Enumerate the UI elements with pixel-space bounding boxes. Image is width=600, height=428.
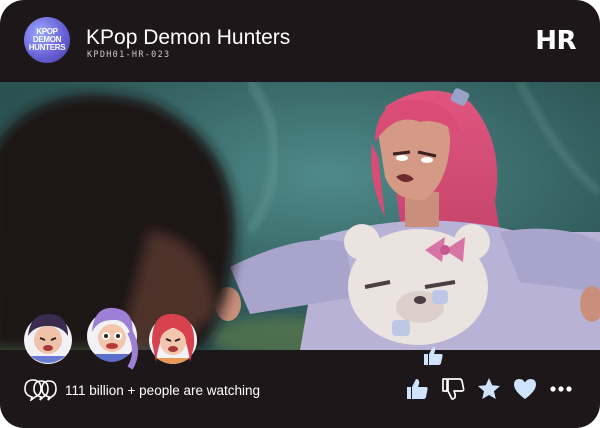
card-code: KPDH01-HR-023: [87, 50, 171, 60]
viewers-count-text: 111 billion + people are watching: [65, 383, 261, 398]
people-watching-icon: [24, 379, 57, 401]
logo-line-3: HUNTERS: [28, 43, 66, 52]
media-card: KPOP DEMON HUNTERS KPop Demon Hunters KP…: [0, 0, 600, 428]
star-icon[interactable]: [476, 376, 502, 402]
rarity-badge: HR: [535, 26, 576, 56]
more-icon[interactable]: [548, 376, 574, 402]
card-footer: 111 billion + people are watching: [0, 350, 600, 428]
thumbs-up-icon[interactable]: [404, 376, 430, 402]
thumbs-down-icon[interactable]: [440, 376, 466, 402]
card-header: KPOP DEMON HUNTERS KPop Demon Hunters KP…: [0, 0, 600, 82]
show-logo[interactable]: KPOP DEMON HUNTERS: [24, 17, 70, 63]
show-title: KPop Demon Hunters: [86, 26, 291, 49]
heart-icon[interactable]: [512, 376, 538, 402]
